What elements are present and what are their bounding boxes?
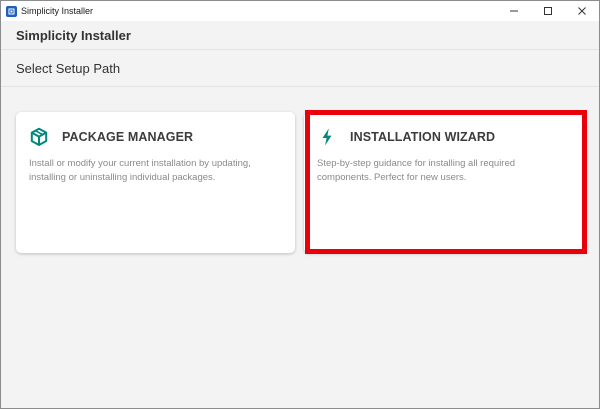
package-icon — [29, 127, 49, 147]
card-header: PACKAGE MANAGER — [29, 126, 281, 148]
card-description: Install or modify your current installat… — [29, 158, 251, 183]
installer-window: Simplicity Installer Simplicity Installe… — [0, 0, 600, 409]
package-manager-card[interactable]: PACKAGE MANAGER Install or modify your c… — [16, 112, 295, 253]
app-title: Simplicity Installer — [16, 27, 131, 43]
minimize-button[interactable] — [497, 1, 531, 21]
card-title: PACKAGE MANAGER — [62, 130, 194, 144]
card-title: INSTALLATION WIZARD — [350, 130, 496, 144]
close-icon — [578, 7, 586, 15]
card-description: Step-by-step guidance for installing all… — [317, 158, 516, 183]
lightning-icon — [317, 127, 337, 147]
close-button[interactable] — [565, 1, 599, 21]
app-logo-icon — [6, 5, 17, 17]
app-header: Simplicity Installer — [1, 21, 599, 50]
maximize-button[interactable] — [531, 1, 565, 21]
window-title: Simplicity Installer — [21, 6, 94, 16]
window-titlebar[interactable]: Simplicity Installer — [1, 1, 599, 21]
installation-wizard-card[interactable]: INSTALLATION WIZARD Step-by-step guidanc… — [304, 112, 586, 253]
minimize-icon — [510, 10, 518, 12]
maximize-icon — [544, 7, 552, 15]
card-header: INSTALLATION WIZARD — [317, 126, 572, 148]
window-controls — [497, 1, 599, 21]
section-header: Select Setup Path — [1, 50, 599, 87]
section-title: Select Setup Path — [16, 60, 121, 76]
